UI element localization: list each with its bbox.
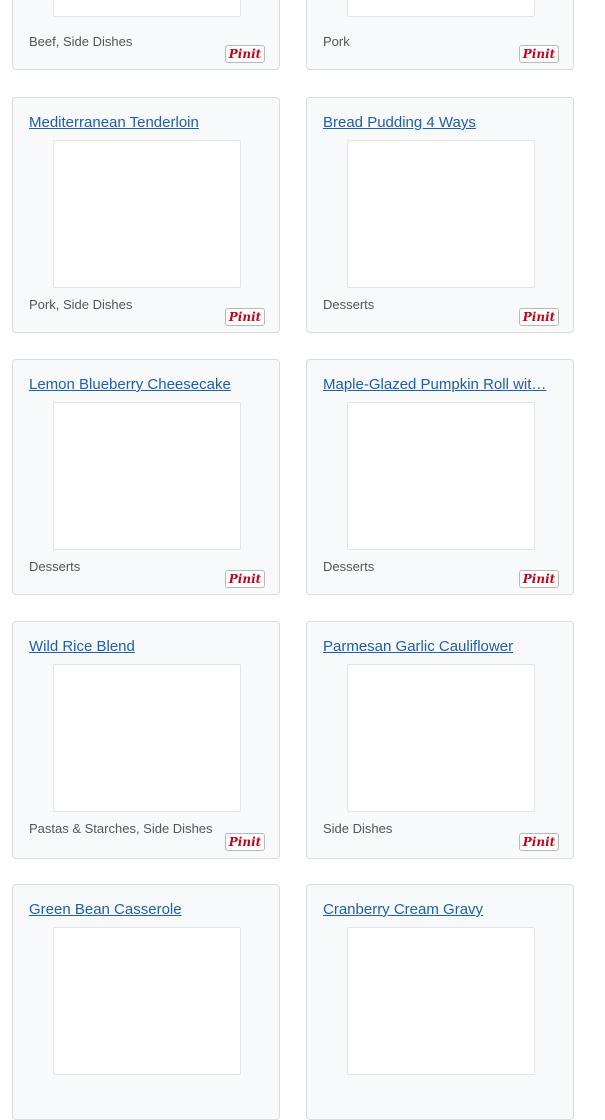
recipe-image[interactable] — [53, 664, 241, 812]
recipe-card: Maple-Glazed Pumpkin Roll wit… Desserts … — [306, 359, 574, 595]
pinit-button[interactable]: Pinit — [519, 45, 559, 63]
recipe-image[interactable] — [347, 927, 535, 1075]
recipe-grid: Beef, Side Dishes Pinit Pork Pinit Medit… — [0, 0, 605, 1120]
recipe-card: Lemon Blueberry Cheesecake Desserts Pini… — [12, 359, 280, 595]
recipe-image[interactable] — [53, 140, 241, 288]
recipe-title-link[interactable]: Bread Pudding 4 Ways — [323, 114, 553, 132]
recipe-categories: Pork, Side Dishes — [29, 297, 133, 312]
recipe-categories: Side Dishes — [323, 821, 393, 836]
recipe-card: Bread Pudding 4 Ways Desserts Pinit — [306, 97, 574, 333]
recipe-card: Parmesan Garlic Cauliflower Side Dishes … — [306, 621, 574, 859]
pinit-button[interactable]: Pinit — [519, 308, 559, 326]
recipe-categories: Desserts — [323, 559, 375, 574]
recipe-title-link[interactable]: Mediterranean Tenderloin — [29, 114, 259, 132]
recipe-image[interactable] — [347, 140, 535, 288]
recipe-card: Cranberry Cream Gravy — [306, 884, 574, 1120]
recipe-categories: Pastas & Starches, Side Dishes — [29, 821, 213, 836]
pinit-button[interactable]: Pinit — [225, 308, 265, 326]
pinit-button[interactable]: Pinit — [519, 833, 559, 851]
pinit-button[interactable]: Pinit — [519, 570, 559, 588]
recipe-card: Pork Pinit — [306, 0, 574, 70]
recipe-card: Mediterranean Tenderloin Pork, Side Dish… — [12, 97, 280, 333]
recipe-image[interactable] — [347, 402, 535, 550]
recipe-image[interactable] — [53, 402, 241, 550]
recipe-title-link[interactable]: Cranberry Cream Gravy — [323, 901, 553, 919]
recipe-image[interactable] — [53, 0, 241, 17]
recipe-categories: Desserts — [323, 297, 375, 312]
recipe-image[interactable] — [347, 0, 535, 17]
recipe-title-link[interactable]: Green Bean Casserole — [29, 901, 259, 919]
recipe-categories: Pork — [323, 34, 350, 49]
pinit-button[interactable]: Pinit — [225, 570, 265, 588]
recipe-image[interactable] — [53, 927, 241, 1075]
recipe-categories: Beef, Side Dishes — [29, 34, 133, 49]
recipe-title-link[interactable]: Parmesan Garlic Cauliflower — [323, 638, 553, 656]
recipe-title-link[interactable]: Maple-Glazed Pumpkin Roll wit… — [323, 376, 553, 394]
recipe-card: Beef, Side Dishes Pinit — [12, 0, 280, 70]
recipe-title-link[interactable]: Wild Rice Blend — [29, 638, 259, 656]
pinit-button[interactable]: Pinit — [225, 45, 265, 63]
recipe-card: Green Bean Casserole — [12, 884, 280, 1120]
recipe-card: Wild Rice Blend Pastas & Starches, Side … — [12, 621, 280, 859]
recipe-image[interactable] — [347, 664, 535, 812]
recipe-categories: Desserts — [29, 559, 81, 574]
pinit-button[interactable]: Pinit — [225, 833, 265, 851]
recipe-title-link[interactable]: Lemon Blueberry Cheesecake — [29, 376, 259, 394]
